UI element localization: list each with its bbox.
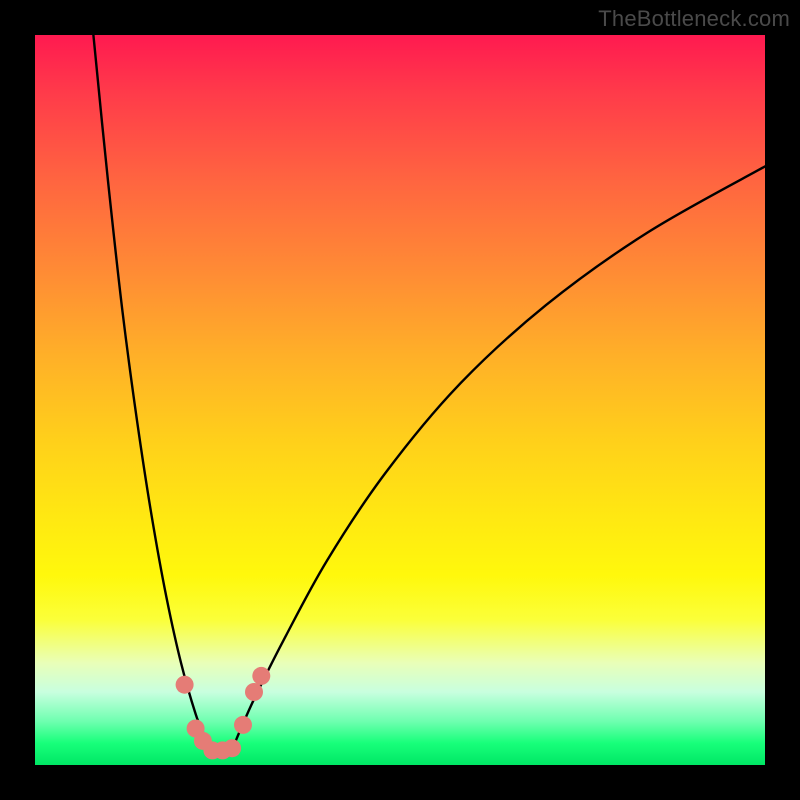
data-marker xyxy=(176,676,194,694)
chart-stage: TheBottleneck.com xyxy=(0,0,800,800)
data-marker xyxy=(223,739,241,757)
chart-svg xyxy=(35,35,765,765)
data-marker xyxy=(252,667,270,685)
data-marker xyxy=(245,683,263,701)
data-markers xyxy=(176,667,271,760)
plot-area xyxy=(35,35,765,765)
data-marker xyxy=(234,716,252,734)
watermark-text: TheBottleneck.com xyxy=(598,6,790,32)
bottleneck-curve-path xyxy=(93,35,765,755)
